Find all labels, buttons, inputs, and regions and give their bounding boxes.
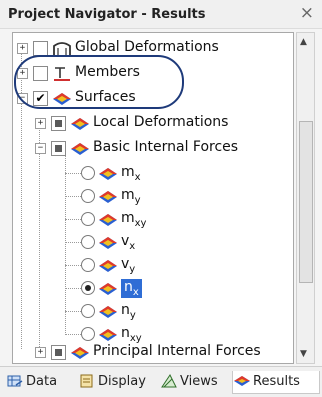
component-subscript: y bbox=[129, 309, 136, 321]
scroll-up-icon[interactable]: ▲ bbox=[300, 37, 307, 47]
expand-icon[interactable]: + bbox=[35, 118, 46, 129]
tree-item-basic-internal-forces[interactable]: − Basic Internal Forces bbox=[13, 137, 283, 161]
surface-icon bbox=[99, 260, 117, 272]
checkbox-global-deformations[interactable] bbox=[33, 41, 48, 56]
tree-item-local-deformations[interactable]: + Local Deformations bbox=[13, 112, 283, 136]
tab-data[interactable]: Data bbox=[6, 371, 70, 393]
tree-branch bbox=[65, 334, 81, 335]
component-symbol: n bbox=[124, 279, 133, 295]
component-symbol: m bbox=[121, 210, 135, 226]
result-component-label: vx bbox=[121, 233, 135, 252]
component-subscript: x bbox=[129, 240, 136, 252]
tab-label: Data bbox=[26, 374, 58, 389]
highlight-ellipse bbox=[14, 55, 184, 109]
surface-icon bbox=[99, 283, 117, 295]
component-symbol: n bbox=[121, 325, 130, 341]
scroll-down-icon[interactable]: ▼ bbox=[300, 349, 307, 359]
surface-icon bbox=[99, 191, 117, 203]
expand-icon[interactable]: + bbox=[17, 43, 28, 54]
checkbox-local-deformations[interactable] bbox=[51, 116, 66, 131]
project-navigator-panel: Project Navigator - Results × + Global D… bbox=[0, 0, 322, 397]
radio-button[interactable] bbox=[81, 189, 95, 203]
radio-button[interactable] bbox=[81, 235, 95, 249]
tree-branch bbox=[65, 265, 81, 266]
component-subscript: y bbox=[129, 263, 136, 275]
expand-icon[interactable]: + bbox=[35, 347, 46, 358]
result-component-label: vy bbox=[121, 256, 135, 275]
tab-label: Display bbox=[98, 374, 146, 389]
result-component-item[interactable]: vx bbox=[13, 231, 213, 255]
tree-item-label: Principal Internal Forces bbox=[93, 343, 261, 359]
result-component-label: mx bbox=[121, 164, 141, 183]
radio-button[interactable] bbox=[81, 258, 95, 272]
result-component-item[interactable]: ny bbox=[13, 300, 213, 324]
result-component-label: mxy bbox=[121, 210, 146, 229]
radio-button[interactable] bbox=[81, 304, 95, 318]
tab-results[interactable]: Results bbox=[232, 371, 320, 394]
tree-item-label: Basic Internal Forces bbox=[93, 139, 239, 155]
tab-display[interactable]: Display bbox=[78, 371, 154, 393]
component-subscript: x bbox=[134, 171, 141, 183]
tree-branch bbox=[65, 311, 81, 312]
radio-button[interactable] bbox=[81, 281, 95, 295]
result-component-label: ny bbox=[121, 302, 136, 321]
radio-button[interactable] bbox=[81, 166, 95, 180]
display-icon bbox=[80, 374, 93, 388]
panel-title: Project Navigator - Results bbox=[8, 7, 206, 22]
tab-label: Results bbox=[253, 374, 300, 389]
tree-branch bbox=[65, 196, 81, 197]
component-symbol: m bbox=[121, 187, 135, 203]
tree-branch bbox=[65, 173, 81, 174]
result-component-label: nx bbox=[121, 279, 142, 298]
component-subscript: x bbox=[132, 286, 139, 298]
result-component-item[interactable]: mxy bbox=[13, 208, 213, 232]
tree-item-label: Local Deformations bbox=[93, 114, 229, 130]
radio-button[interactable] bbox=[81, 212, 95, 226]
result-component-item[interactable]: my bbox=[13, 185, 213, 209]
surface-icon bbox=[99, 237, 117, 249]
component-symbol: m bbox=[121, 164, 135, 180]
surface-icon bbox=[71, 118, 89, 130]
tree-branch bbox=[65, 242, 81, 243]
vertical-scrollbar[interactable]: ▲ ▼ bbox=[296, 32, 315, 364]
radio-button[interactable] bbox=[81, 327, 95, 341]
title-bar: Project Navigator - Results × bbox=[0, 0, 322, 29]
tree-branch bbox=[65, 288, 81, 289]
results-icon bbox=[234, 376, 250, 386]
tab-label: Views bbox=[180, 374, 218, 389]
scrollbar-thumb[interactable] bbox=[299, 121, 313, 283]
surface-icon bbox=[71, 143, 89, 155]
tree-item-principal-internal-forces[interactable]: + Principal Internal Forces bbox=[13, 341, 283, 363]
navigator-tabs: Data Display Views Results bbox=[0, 366, 322, 397]
result-component-item[interactable]: mx bbox=[13, 162, 213, 186]
result-component-label: my bbox=[121, 187, 141, 206]
tree-branch bbox=[65, 219, 81, 220]
collapse-icon[interactable]: − bbox=[35, 143, 46, 154]
surface-icon bbox=[99, 306, 117, 318]
component-subscript: y bbox=[134, 194, 141, 206]
surface-icon bbox=[71, 347, 89, 359]
result-component-item[interactable]: vy bbox=[13, 254, 213, 278]
data-icon bbox=[7, 375, 23, 387]
close-icon[interactable]: × bbox=[300, 3, 314, 23]
result-component-item[interactable]: nx bbox=[13, 277, 213, 301]
component-subscript: xy bbox=[134, 217, 147, 229]
component-symbol: n bbox=[121, 302, 130, 318]
tab-views[interactable]: Views bbox=[160, 371, 228, 393]
tree-item-label: Global Deformations bbox=[75, 39, 219, 55]
checkbox-principal-internal-forces[interactable] bbox=[51, 345, 66, 360]
surface-icon bbox=[99, 214, 117, 226]
views-icon bbox=[161, 374, 177, 388]
surface-icon bbox=[99, 168, 117, 180]
checkbox-basic-internal-forces[interactable] bbox=[51, 141, 66, 156]
